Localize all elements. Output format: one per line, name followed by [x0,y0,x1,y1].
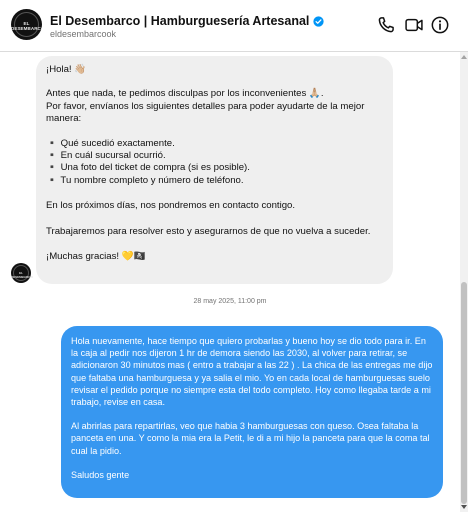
message-paragraph: Hola nuevamente, hace tiempo que quiero … [71,336,433,408]
message-line: En los próximos días, nos pondremos en c… [46,200,296,212]
phone-icon[interactable] [376,15,396,35]
sender-avatar[interactable]: EL DESEMBARCO [11,263,33,283]
profile-avatar[interactable]: EL DESEMBARCO [11,9,42,40]
message-line: ¡Hola! 👋🏼 [46,64,87,75]
video-icon[interactable] [404,15,424,35]
message-line: Trabajaremos para resolver esto y asegur… [46,225,371,237]
verified-badge-icon [313,15,325,27]
message-line: manera: [46,113,82,125]
title-row: El Desembarco | Hamburguesería Artesanal [50,12,325,30]
message-bullet: ▪️ Una foto del ticket de compra (si es … [46,162,250,174]
message-paragraph: Al abrirlas para repartirlas, veo que ha… [71,421,430,456]
message-bullet: ▪️ En cuál sucursal ocurrió. [46,150,166,162]
avatar-logo-text: EL DESEMBARCO [11,21,42,31]
info-icon[interactable] [430,15,450,35]
message-timestamp: 28 may 2025, 11:00 pm [193,298,267,305]
scroll-up-arrow-icon[interactable] [461,55,467,59]
chat-header: EL DESEMBARCO El Desembarco | Hamburgues… [0,0,468,52]
message-line: Antes que nada, te pedimos disculpas por… [46,88,324,100]
scroll-down-arrow-icon[interactable] [461,505,467,509]
chat-title[interactable]: El Desembarco | Hamburguesería Artesanal [50,14,309,28]
message-bullet: ▪️ Qué sucedió exactamente. [46,137,175,149]
message-line: ¡Muchas gracias! 💛🏴‍☠️ [46,251,146,263]
message-bullet: ▪️ Tu nombre completo y número de teléfo… [46,174,244,186]
message-line: Por favor, envíanos los siguientes detal… [46,100,365,112]
chat-handle: eldesembarcook [50,29,117,39]
outgoing-message-bubble[interactable]: Hola nuevamente, hace tiempo que quiero … [61,326,443,498]
scrollbar-thumb[interactable] [461,282,467,504]
message-paragraph: Saludos gente [71,469,130,480]
incoming-message-bubble[interactable]: ¡Hola! 👋🏼 Antes que nada, te pedimos dis… [36,56,393,284]
avatar-logo-text: EL DESEMBARCO [11,271,33,279]
